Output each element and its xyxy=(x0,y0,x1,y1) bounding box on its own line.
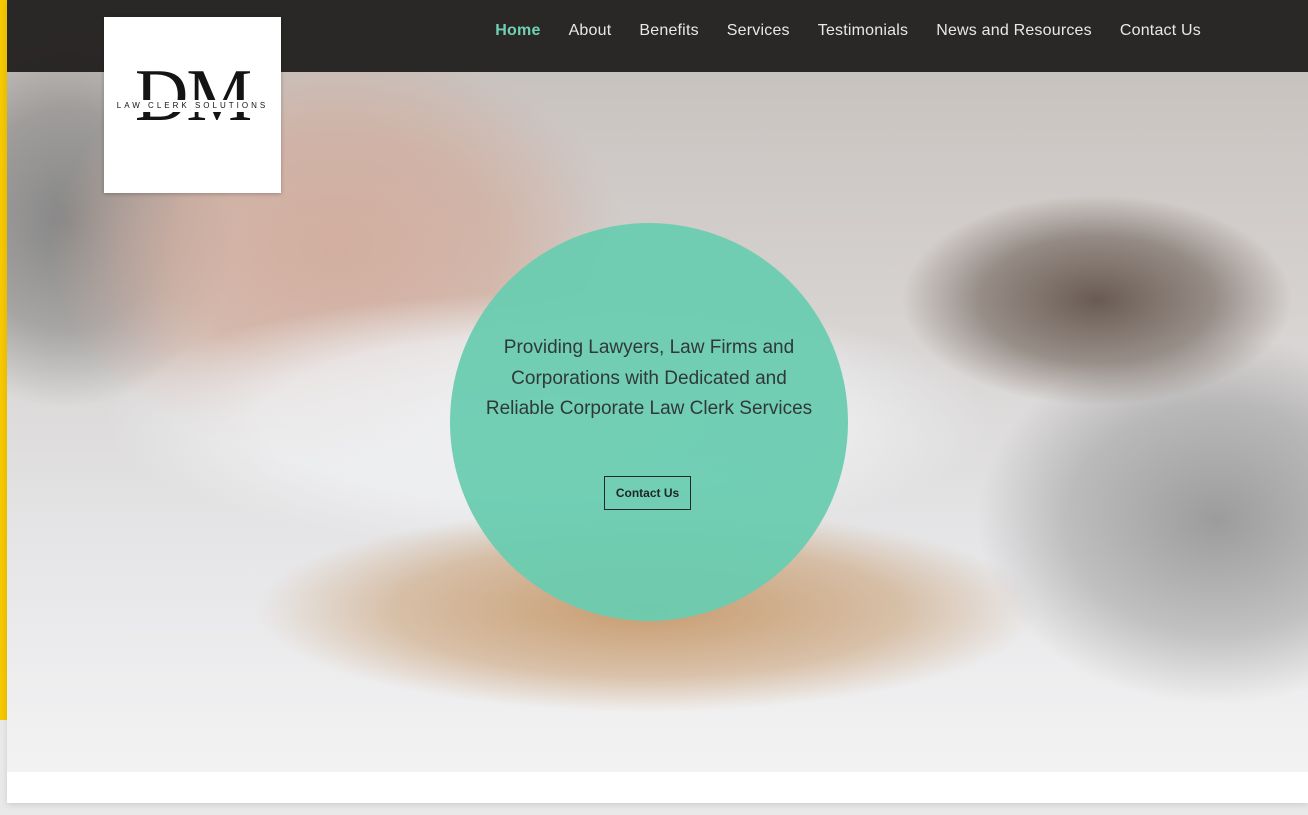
logo-monogram: DM xyxy=(134,55,252,137)
hero-circle: Providing Lawyers, Law Firms and Corpora… xyxy=(450,223,848,621)
yellow-edge-strip xyxy=(0,0,7,720)
nav-testimonials[interactable]: Testimonials xyxy=(818,22,908,40)
nav-home[interactable]: Home xyxy=(495,22,540,40)
nav-contact-us[interactable]: Contact Us xyxy=(1120,22,1201,40)
page-frame: Home About Benefits Services Testimonial… xyxy=(7,0,1308,803)
main-nav: Home About Benefits Services Testimonial… xyxy=(495,22,1201,40)
nav-about[interactable]: About xyxy=(569,22,612,40)
nav-benefits[interactable]: Benefits xyxy=(639,22,698,40)
nav-news-and-resources[interactable]: News and Resources xyxy=(936,22,1092,40)
nav-services[interactable]: Services xyxy=(727,22,790,40)
contact-us-button[interactable]: Contact Us xyxy=(604,476,691,510)
site-logo[interactable]: DM LAW CLERK SOLUTIONS xyxy=(104,17,281,193)
hero-tagline: Providing Lawyers, Law Firms and Corpora… xyxy=(485,337,813,419)
logo-subtitle: LAW CLERK SOLUTIONS xyxy=(104,100,281,112)
